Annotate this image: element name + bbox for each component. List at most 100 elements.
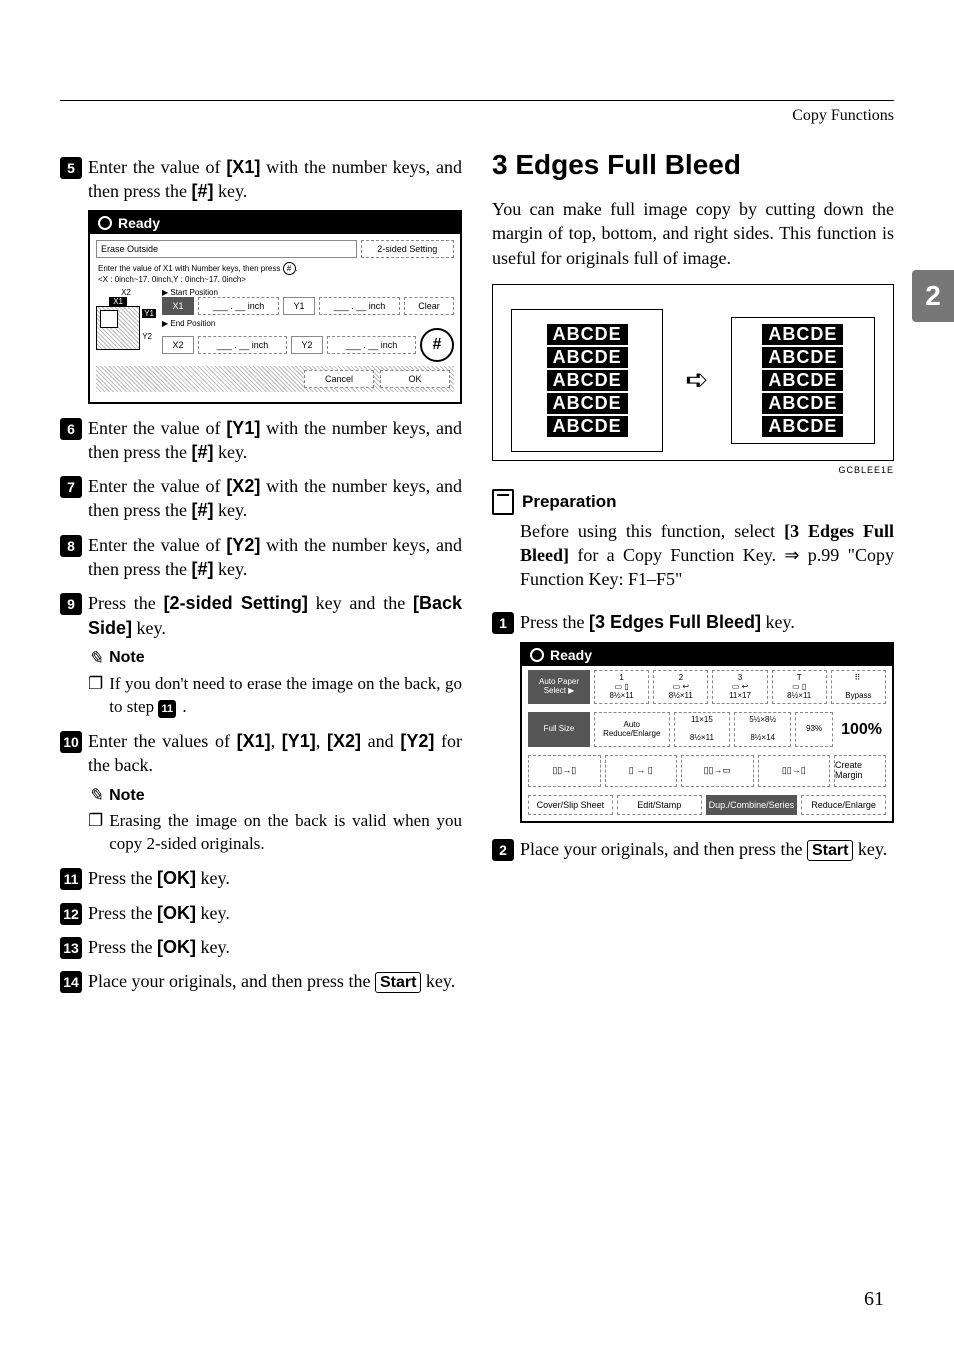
area-preview <box>96 306 140 350</box>
preparation-heading: Preparation <box>492 489 894 515</box>
tray-1-button[interactable]: 1 ▭ ▯8½×11 <box>594 670 649 704</box>
cancel-button[interactable]: Cancel <box>304 370 374 388</box>
key: [#] <box>191 181 213 201</box>
tray-t-button[interactable]: T ▭ ▯8½×11 <box>772 670 827 704</box>
header-category: Copy Functions <box>60 107 894 125</box>
copy-sheet: ABCDE ABCDE ABCDE ABCDE ABCDE <box>731 317 875 444</box>
t: key. <box>196 937 230 957</box>
step-2-text: Place your originals, and then press the… <box>520 837 887 861</box>
s: 8½×11 <box>658 692 703 701</box>
edit-stamp-button[interactable]: Edit/Stamp <box>617 795 702 815</box>
line: ABCDE <box>762 416 843 437</box>
v: ___ . __ <box>213 301 246 311</box>
ok-button[interactable]: OK <box>380 370 450 388</box>
page-number: 61 <box>864 1288 884 1311</box>
ratio-2-button[interactable]: 5½×8½8½×14 <box>734 712 791 746</box>
step-6-text: Enter the value of [Y1] with the number … <box>88 416 462 465</box>
step-10-text: Enter the values of [X1], [Y1], [X2] and… <box>88 729 462 778</box>
key: [2-sided Setting] <box>164 593 308 613</box>
t: Enter the value of <box>88 157 226 177</box>
step-number-icon: 9 <box>60 593 82 615</box>
note-2-text: Erasing the image on the back is valid w… <box>109 810 462 856</box>
tray-3-button[interactable]: 3 ▭ ↩11×17 <box>712 670 767 704</box>
create-margin-button[interactable]: Create Margin <box>834 755 886 787</box>
bullet-icon: ❐ <box>88 810 103 856</box>
y2-field-label: Y2 <box>291 336 323 354</box>
intro-text: You can make full image copy by cutting … <box>492 197 894 270</box>
full-size-button[interactable]: Full Size <box>528 712 590 746</box>
s: Bypass <box>836 692 881 701</box>
step-8: 8 Enter the value of [Y2] with the numbe… <box>60 533 462 582</box>
step-number-icon: 1 <box>492 612 514 634</box>
two-sided-setting-button[interactable]: 2-sided Setting <box>361 240 455 258</box>
k: [X2] <box>327 731 361 751</box>
hash-button[interactable]: # <box>420 328 454 362</box>
u: inch <box>252 340 269 350</box>
y1-field-label: Y1 <box>283 297 315 315</box>
range-line: <X : 0inch~17. 0inch,Y : 0inch~17. 0inch… <box>96 275 454 288</box>
ready-label: Ready <box>550 647 592 663</box>
step-number-icon: 7 <box>60 476 82 498</box>
y1-label: Y1 <box>142 309 156 318</box>
key: [#] <box>191 559 213 579</box>
step-14-text: Place your originals, and then press the… <box>88 969 455 993</box>
step-8-text: Enter the value of [Y2] with the number … <box>88 533 462 582</box>
tray-2-button[interactable]: 2 ▭ ↩8½×11 <box>653 670 708 704</box>
mode-1-button[interactable]: ▯▯→▯ <box>528 755 601 787</box>
n: 3 <box>717 674 762 683</box>
note-label: Note <box>109 787 145 805</box>
step-number-icon: 13 <box>60 937 82 959</box>
t: Press the <box>88 903 157 923</box>
x2-field-label: X2 <box>162 336 194 354</box>
t: and <box>361 731 400 751</box>
x1-field-label: X1 <box>162 297 194 315</box>
x1-input[interactable]: ___ . __ inch <box>198 297 279 315</box>
t: key. <box>213 500 247 520</box>
y2-input[interactable]: ___ . __ inch <box>327 336 416 354</box>
t: Enter the value of <box>88 418 226 438</box>
v: ___ . __ <box>334 301 367 311</box>
step-12-text: Press the [OK] key. <box>88 901 230 925</box>
t: , <box>271 731 282 751</box>
key: [X2] <box>226 476 260 496</box>
k: [3 Edges Full Bleed] <box>589 612 761 632</box>
t: key. <box>196 868 230 888</box>
key: [#] <box>191 500 213 520</box>
erase-outside-figure: Ready Erase Outside 2-sided Setting Ente… <box>88 210 462 404</box>
start-key-icon: Start <box>807 840 853 861</box>
dup-combine-series-button[interactable]: Dup./Combine/Series <box>706 795 798 815</box>
t: Place your originals, and then press the <box>520 839 807 859</box>
dots-icon: ⠿ <box>836 674 881 683</box>
t: key. <box>132 618 166 638</box>
t: key. <box>853 839 887 859</box>
s: 8½×11 <box>599 692 644 701</box>
end-position-label: ▶ End Position <box>162 319 454 328</box>
ratio-1-button[interactable]: 11×158½×11 <box>674 712 731 746</box>
section-title: 3 Edges Full Bleed <box>492 149 894 181</box>
x1-label: X1 <box>109 297 127 306</box>
auto-reduce-enlarge-button[interactable]: Auto Reduce/Enlarge <box>594 712 670 746</box>
clear-button[interactable]: Clear <box>404 297 454 315</box>
chapter-tab: 2 <box>912 270 954 322</box>
step-9: 9 Press the [2-sided Setting] key and th… <box>60 591 462 640</box>
mode-4-button[interactable]: ▯▯→▯ <box>758 755 831 787</box>
t: key. <box>213 181 247 201</box>
bypass-button[interactable]: ⠿ Bypass <box>831 670 886 704</box>
line: ABCDE <box>547 393 628 414</box>
x2-input[interactable]: ___ . __ inch <box>198 336 287 354</box>
full-bleed-diagram: ABCDE ABCDE ABCDE ABCDE ABCDE ➪ ABCDE AB… <box>492 284 894 461</box>
mode-3-button[interactable]: ▯▯→▭ <box>681 755 754 787</box>
t: Press the <box>88 868 157 888</box>
k: [OK] <box>157 868 196 888</box>
reduce-enlarge-button[interactable]: Reduce/Enlarge <box>801 795 886 815</box>
t: . <box>182 697 186 716</box>
auto-paper-select-button[interactable]: Auto Paper Select ▶ <box>528 670 590 704</box>
y1-input[interactable]: ___ . __ inch <box>319 297 400 315</box>
step-2: 2 Place your originals, and then press t… <box>492 837 894 861</box>
mode-2-button[interactable]: ▯ → ▯ <box>605 755 678 787</box>
step-9-text: Press the [2-sided Setting] key and the … <box>88 591 462 640</box>
key: [Y1] <box>226 418 260 438</box>
t: key and the <box>308 593 413 613</box>
note-heading: ✎ Note <box>88 785 462 806</box>
cover-slip-sheet-button[interactable]: Cover/Slip Sheet <box>528 795 613 815</box>
